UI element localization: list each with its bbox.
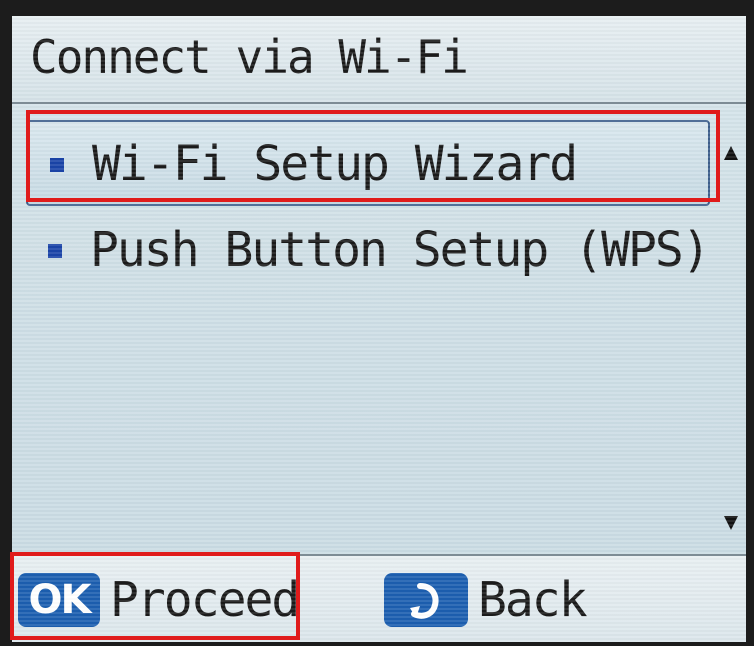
menu-item-wifi-setup-wizard[interactable]: Wi-Fi Setup Wizard (26, 120, 710, 206)
proceed-label: Proceed (110, 572, 300, 628)
proceed-button[interactable]: OK Proceed (18, 570, 300, 630)
square-bullet-icon (48, 244, 62, 258)
menu-list: Wi-Fi Setup Wizard Push Button Setup (WP… (12, 108, 712, 548)
menu-item-label: Wi-Fi Setup Wizard (92, 136, 578, 192)
menu-item-push-button-setup[interactable]: Push Button Setup (WPS) (26, 208, 711, 294)
title-bar: Connect via Wi-Fi (12, 16, 746, 104)
ok-button-icon: OK (18, 573, 100, 627)
menu-item-label: Push Button Setup (WPS) (90, 222, 711, 278)
scroll-up-arrow-icon[interactable] (724, 146, 738, 160)
screen-title: Connect via Wi-Fi (30, 30, 469, 84)
scroll-down-arrow-icon[interactable] (724, 516, 738, 530)
square-bullet-icon (50, 158, 64, 172)
device-frame: Connect via Wi-Fi Wi-Fi Setup Wizard Pus… (0, 0, 754, 646)
back-button[interactable]: Back (384, 570, 588, 630)
back-label: Back (478, 572, 588, 628)
softkey-bar: OK Proceed Back (12, 554, 746, 642)
back-arrow-icon (384, 573, 468, 627)
lcd-screen: Connect via Wi-Fi Wi-Fi Setup Wizard Pus… (12, 16, 746, 642)
